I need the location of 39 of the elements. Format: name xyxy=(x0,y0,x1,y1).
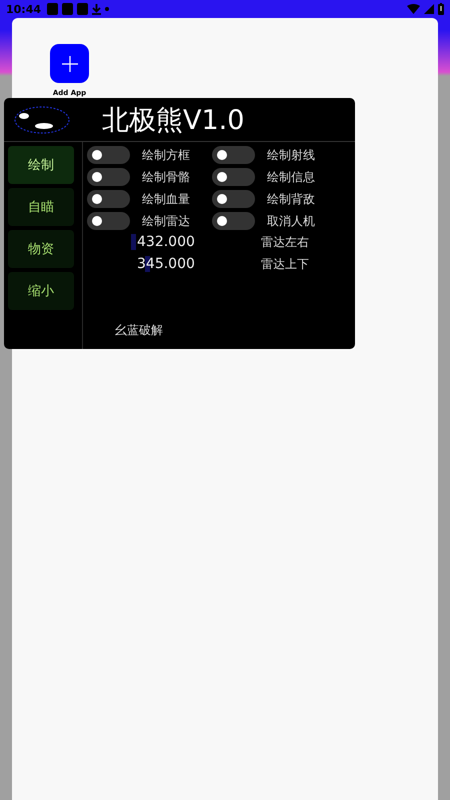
wifi-icon xyxy=(407,4,420,14)
menu-tab[interactable]: 绘制 xyxy=(8,146,74,184)
notification-icon xyxy=(47,3,58,15)
toggle-label: 绘制背敌 xyxy=(267,190,315,208)
toggle-switch[interactable] xyxy=(212,146,255,164)
toggle-label: 绘制雷达 xyxy=(142,212,190,230)
toggle-label: 绘制骨骼 xyxy=(142,168,190,186)
toggle-label: 绘制方框 xyxy=(142,146,190,164)
notification-icon xyxy=(77,3,88,15)
signal-icon xyxy=(424,4,434,14)
credit-text: 幺蓝破解 xyxy=(115,322,164,339)
slider-value[interactable]: 432.000 xyxy=(137,234,195,250)
toggle-label: 绘制血量 xyxy=(142,190,190,208)
toggle-label: 取消人机 xyxy=(267,212,315,230)
download-icon xyxy=(92,4,102,14)
bear-logo-icon xyxy=(12,104,72,136)
battery-icon xyxy=(438,3,444,15)
slider-label: 雷达左右 xyxy=(261,234,309,250)
toggle-switch[interactable] xyxy=(212,168,255,186)
menu-title: 北极熊V1.0 xyxy=(102,104,244,138)
toggle-switch[interactable] xyxy=(87,168,130,186)
toggle-switch[interactable] xyxy=(87,146,130,164)
menu-tab[interactable]: 缩小 xyxy=(8,272,74,310)
slider-label: 雷达上下 xyxy=(261,256,309,272)
toggle-switch[interactable] xyxy=(87,212,130,230)
toggle-switch[interactable] xyxy=(212,212,255,230)
toggle-switch[interactable] xyxy=(212,190,255,208)
add-app-button[interactable] xyxy=(50,44,89,83)
toggle-label: 绘制射线 xyxy=(267,146,315,164)
notification-icon xyxy=(62,3,74,15)
text-cursor xyxy=(131,234,136,250)
menu-tab[interactable]: 自瞄 xyxy=(8,188,74,226)
dot-icon xyxy=(105,7,110,11)
toggle-label: 绘制信息 xyxy=(267,168,315,186)
toggle-switch[interactable] xyxy=(87,190,130,208)
slider-value[interactable]: 345.000 xyxy=(137,256,195,272)
status-time: 10:44 xyxy=(6,2,42,16)
plus-icon xyxy=(62,56,78,72)
menu-tab[interactable]: 物资 xyxy=(8,230,74,268)
